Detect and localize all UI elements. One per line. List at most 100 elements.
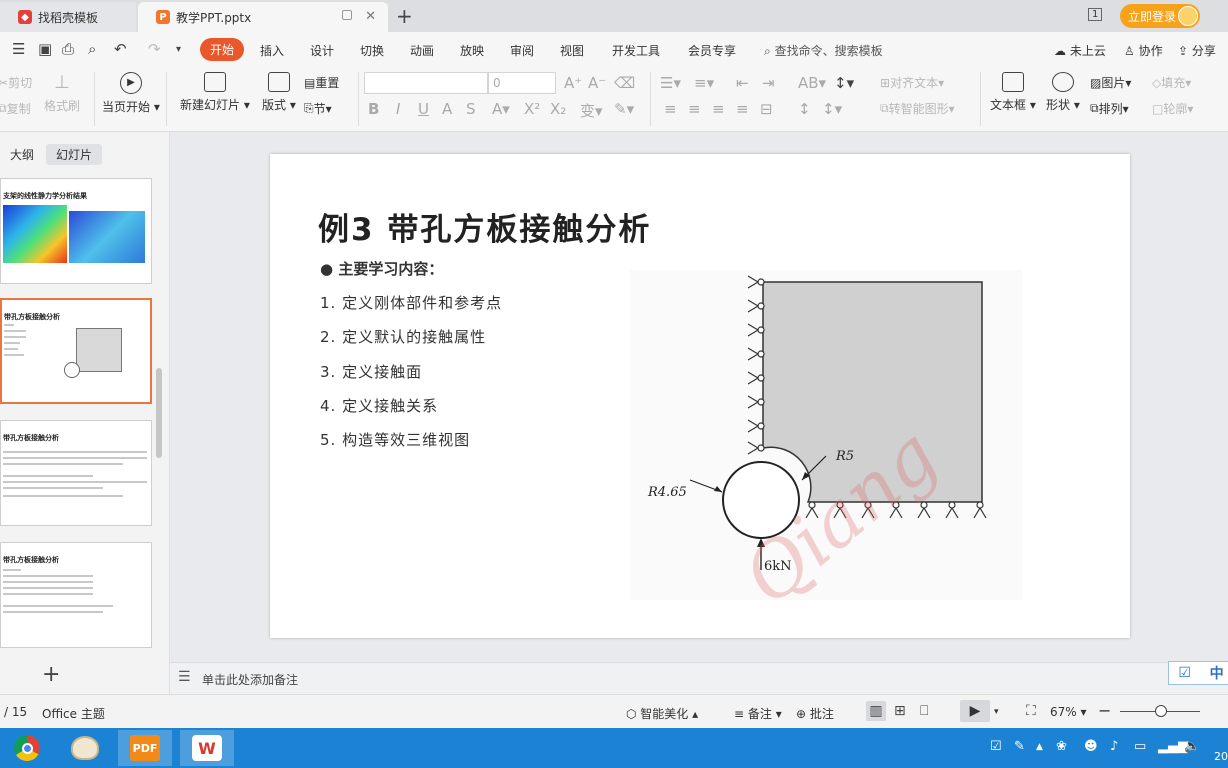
copy-button[interactable]: ⧉ 复制 bbox=[0, 100, 31, 117]
line-spacing-2-icon[interactable]: ↕▾ bbox=[822, 100, 842, 118]
italic-icon[interactable]: I bbox=[396, 100, 400, 118]
tab-outline[interactable]: 大纲 bbox=[10, 146, 34, 163]
shape-button[interactable]: 形状 ▾ bbox=[1046, 72, 1080, 113]
menu-review[interactable]: 审阅 bbox=[510, 42, 534, 59]
slide-thumbnail-1[interactable]: 支架的线性静力学分析结果 bbox=[0, 178, 152, 284]
menu-developer[interactable]: 开发工具 bbox=[612, 42, 660, 59]
cloud-button[interactable]: ☁ 未上云 bbox=[1054, 42, 1106, 59]
paint-app[interactable] bbox=[58, 730, 112, 766]
slide-title[interactable]: 例3 带孔方板接触分析 bbox=[318, 204, 651, 249]
cut-button[interactable]: ✂ 剪切 bbox=[0, 74, 32, 91]
font-name-select[interactable] bbox=[364, 72, 488, 94]
superscript-icon[interactable]: X² bbox=[524, 100, 540, 118]
increase-font-icon[interactable]: A⁺ bbox=[564, 74, 582, 92]
tray-battery-icon[interactable]: ▭ bbox=[1134, 739, 1146, 754]
slide-list-item[interactable]: 1. 定义刚体部件和参考点 bbox=[320, 292, 502, 313]
distribute-icon[interactable]: ⊟ bbox=[760, 100, 773, 118]
tray-volume-icon[interactable]: 🔈 bbox=[1184, 739, 1200, 754]
justify-icon[interactable]: ≡ bbox=[736, 100, 749, 118]
zoom-level[interactable]: 67% ▾ bbox=[1050, 705, 1087, 719]
notes-toggle[interactable]: ≡ 备注 ▾ bbox=[734, 705, 782, 722]
collab-button[interactable]: ♙ 协作 bbox=[1124, 42, 1163, 59]
print-icon[interactable]: ⎙ bbox=[62, 40, 74, 58]
new-tab-button[interactable]: + bbox=[396, 4, 413, 28]
slide[interactable]: 例3 带孔方板接触分析 ● 主要学习内容： 1. 定义刚体部件和参考点 2. 定… bbox=[270, 154, 1130, 638]
normal-view-icon[interactable]: ▥ bbox=[866, 701, 886, 721]
ime-toolbar[interactable]: ☑ 中 bbox=[1168, 661, 1228, 685]
menu-icon[interactable]: ☰ bbox=[12, 40, 25, 58]
menu-view[interactable]: 视图 bbox=[560, 42, 584, 59]
save-icon[interactable]: ▣ bbox=[38, 40, 52, 58]
clock[interactable]: 20 bbox=[1214, 750, 1228, 763]
align-left-icon[interactable]: ≡ bbox=[664, 100, 677, 118]
increase-indent-icon[interactable]: ⇥ bbox=[762, 74, 775, 92]
new-slide-button[interactable]: 新建幻灯片 ▾ bbox=[180, 72, 250, 113]
pdf-app[interactable]: PDF bbox=[118, 730, 172, 766]
ime-mode[interactable]: 中 bbox=[1210, 663, 1224, 683]
share-button[interactable]: ⇪ 分享 bbox=[1178, 42, 1216, 59]
text-case-icon[interactable]: AB▾ bbox=[798, 74, 826, 92]
highlight-icon[interactable]: ✎▾ bbox=[614, 100, 634, 118]
login-button[interactable]: 立即登录 bbox=[1120, 4, 1200, 28]
align-right-icon[interactable]: ≡ bbox=[712, 100, 725, 118]
tray-notify-icon[interactable]: ♪ bbox=[1110, 739, 1118, 754]
tray-qq-icon[interactable]: ☻ bbox=[1084, 739, 1098, 754]
ime-check-icon[interactable]: ☑ bbox=[1178, 665, 1191, 681]
reading-view-icon[interactable]: ⎕ bbox=[920, 703, 936, 719]
tray-pen-icon[interactable]: ✎ bbox=[1014, 739, 1025, 754]
strikethrough-icon[interactable]: A bbox=[442, 100, 452, 118]
slideshow-play-icon[interactable]: ▶ bbox=[960, 700, 990, 722]
menu-home[interactable]: 开始 bbox=[200, 38, 245, 61]
slide-list-item[interactable]: 5. 构造等效三维视图 bbox=[320, 429, 470, 450]
fill-button[interactable]: ◇ 填充 ▾ bbox=[1152, 74, 1191, 91]
numbering-icon[interactable]: ≡▾ bbox=[694, 74, 714, 92]
plate-figure[interactable]: R4.65 R5 6kN Qiang bbox=[630, 270, 1022, 622]
slide-thumbnail-4[interactable]: 带孔方板接触分析 bbox=[0, 542, 152, 648]
decrease-font-icon[interactable]: A⁻ bbox=[588, 74, 606, 92]
add-slide-button[interactable]: + bbox=[42, 662, 60, 687]
slide-subtitle[interactable]: ● 主要学习内容： bbox=[320, 258, 443, 279]
slide-list-item[interactable]: 2. 定义默认的接触属性 bbox=[320, 326, 486, 347]
undo-icon[interactable]: ↶ bbox=[114, 40, 127, 58]
layout-button[interactable]: 版式 ▾ bbox=[262, 72, 296, 113]
comments-toggle[interactable]: ⊕ 批注 bbox=[796, 705, 834, 722]
font-color-icon[interactable]: A▾ bbox=[492, 100, 510, 118]
search-command[interactable]: ⌕ 查找命令、搜索模板 bbox=[764, 42, 883, 59]
wps-app[interactable]: W bbox=[180, 730, 234, 766]
shadow-icon[interactable]: S bbox=[466, 100, 476, 118]
slide-list-item[interactable]: 3. 定义接触面 bbox=[320, 361, 422, 382]
format-painter-button[interactable]: ⊥ 格式刷 bbox=[44, 72, 80, 114]
slide-sorter-icon[interactable]: ⊞ bbox=[894, 703, 910, 719]
textbox-button[interactable]: 文本框 ▾ bbox=[990, 72, 1036, 113]
slideshow-dropdown-icon[interactable]: ▾ bbox=[994, 707, 999, 717]
menu-member[interactable]: 会员专享 bbox=[688, 42, 736, 59]
clear-format-icon[interactable]: ⌫ bbox=[614, 74, 635, 92]
tray-expand-icon[interactable]: ▲ bbox=[1036, 742, 1043, 752]
slide-list-item[interactable]: 4. 定义接触关系 bbox=[320, 395, 438, 416]
chrome-app[interactable] bbox=[0, 730, 54, 766]
font-size-select[interactable]: 0 bbox=[488, 72, 556, 94]
slide-thumbnail-2[interactable]: 带孔方板接触分析 bbox=[0, 298, 152, 404]
close-tab-icon[interactable]: ✕ bbox=[365, 9, 376, 24]
tab-document[interactable]: P 教学PPT.pptx ✕ bbox=[138, 2, 388, 32]
play-from-current-button[interactable]: ▶ 当页开始 ▾ bbox=[102, 72, 160, 115]
phonetic-icon[interactable]: 变▾ bbox=[580, 100, 603, 121]
subscript-icon[interactable]: X₂ bbox=[550, 100, 566, 118]
arrange-button[interactable]: ⧉ 排列 ▾ bbox=[1090, 100, 1129, 117]
menu-animation[interactable]: 动画 bbox=[410, 42, 434, 59]
redo-icon[interactable]: ↷ bbox=[148, 40, 161, 58]
customize-icon[interactable]: ▾ bbox=[176, 44, 181, 55]
section-button[interactable]: ⎘ 节 ▾ bbox=[304, 100, 332, 117]
decrease-indent-icon[interactable]: ⇤ bbox=[736, 74, 749, 92]
align-center-icon[interactable]: ≡ bbox=[688, 100, 701, 118]
outline-button[interactable]: □ 轮廓 ▾ bbox=[1152, 100, 1193, 117]
menu-design[interactable]: 设计 bbox=[310, 42, 334, 59]
beautify-button[interactable]: ⬡ 智能美化 ▴ bbox=[626, 705, 698, 722]
panel-scrollbar[interactable] bbox=[156, 368, 162, 458]
window-layout-icon[interactable]: 1 bbox=[1088, 8, 1103, 21]
reset-button[interactable]: ▤ 重置 bbox=[304, 74, 339, 91]
menu-transition[interactable]: 切换 bbox=[360, 42, 384, 59]
menu-insert[interactable]: 插入 bbox=[260, 42, 284, 59]
slide-thumbnail-3[interactable]: 带孔方板接触分析 bbox=[0, 420, 152, 526]
underline-icon[interactable]: U bbox=[418, 100, 429, 118]
